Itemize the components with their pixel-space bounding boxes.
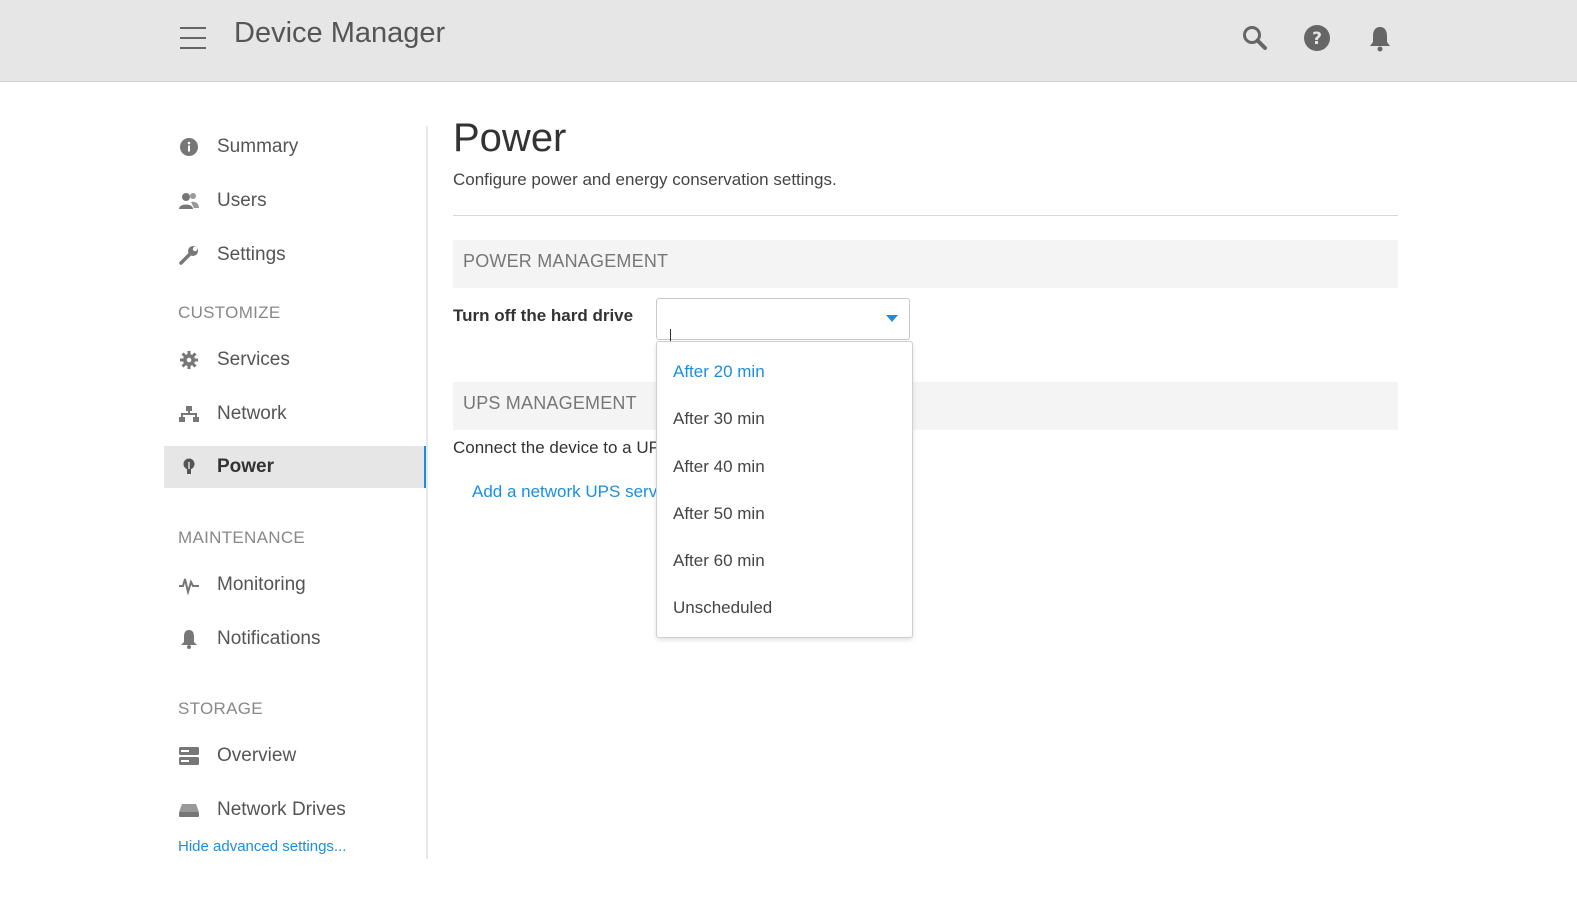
menu-icon[interactable]	[180, 27, 206, 49]
page-subtitle: Configure power and energy conservation …	[453, 170, 837, 189]
dropdown-option[interactable]: After 30 min	[673, 409, 765, 429]
sidebar-item-services[interactable]: Services	[164, 339, 428, 381]
hard-drive-dropdown-menu: After 20 min After 30 min After 40 min A…	[656, 341, 913, 638]
sidebar-divider	[426, 126, 428, 859]
top-bar: Device Manager ?	[0, 0, 1577, 82]
sidebar-item-label: Summary	[217, 136, 299, 157]
chevron-down-icon[interactable]	[886, 315, 898, 322]
dropdown-option[interactable]: After 40 min	[673, 457, 765, 477]
dropdown-option[interactable]: After 60 min	[673, 551, 765, 571]
sidebar-item-label: Power	[217, 456, 275, 477]
ups-management-heading: UPS MANAGEMENT	[453, 382, 1398, 430]
dropdown-option[interactable]: After 50 min	[673, 504, 765, 524]
hard-drive-select[interactable]	[656, 298, 910, 349]
bell-icon	[178, 629, 200, 649]
sidebar-item-network-drives[interactable]: Network Drives	[164, 789, 428, 831]
sidebar-item-settings[interactable]: Settings	[164, 234, 428, 276]
sidebar-item-label: Users	[217, 190, 267, 211]
section-heading-storage: STORAGE	[178, 699, 263, 718]
info-icon	[178, 137, 200, 157]
bulb-icon	[178, 457, 200, 477]
gear-icon	[178, 350, 200, 370]
drive-icon	[178, 800, 200, 820]
svg-text:?: ?	[1312, 29, 1322, 49]
help-icon[interactable]: ?	[1303, 24, 1331, 52]
sidebar-item-label: Network Drives	[217, 799, 346, 820]
page-title: Power	[453, 116, 567, 160]
section-heading-customize: CUSTOMIZE	[178, 303, 281, 322]
hard-drive-label: Turn off the hard drive	[453, 306, 634, 325]
network-icon	[178, 404, 200, 424]
sidebar-item-label: Network	[217, 403, 287, 424]
sidebar-item-label: Notifications	[217, 628, 321, 649]
section-heading-maintenance: MAINTENANCE	[178, 528, 306, 547]
sidebar-nav: Summary Users Settings CUSTOMIZE Service…	[164, 120, 428, 860]
dropdown-option[interactable]: After 20 min	[673, 362, 765, 382]
add-ups-server-link[interactable]: Add a network UPS server	[472, 482, 672, 502]
server-icon	[178, 746, 200, 766]
divider	[453, 215, 1398, 216]
sidebar-item-overview[interactable]: Overview	[164, 735, 428, 777]
sidebar-item-summary[interactable]: Summary	[164, 126, 428, 168]
sidebar-item-network[interactable]: Network	[164, 393, 428, 435]
power-management-heading: POWER MANAGEMENT	[453, 240, 1398, 288]
bell-icon[interactable]	[1366, 24, 1394, 52]
dropdown-option[interactable]: Unscheduled	[673, 598, 772, 618]
app-title: Device Manager	[234, 17, 446, 49]
sidebar-item-label: Overview	[217, 745, 297, 766]
pulse-icon	[178, 575, 200, 596]
sidebar-item-users[interactable]: Users	[164, 180, 428, 222]
users-icon	[178, 191, 200, 211]
hide-advanced-settings-link[interactable]: Hide advanced settings...	[178, 838, 346, 855]
sidebar-item-monitoring[interactable]: Monitoring	[164, 564, 428, 606]
ups-description: Connect the device to a UPS	[453, 438, 672, 457]
sidebar-item-label: Services	[217, 349, 290, 370]
sidebar-item-label: Settings	[217, 244, 286, 265]
search-icon[interactable]	[1241, 24, 1269, 52]
sidebar-item-power[interactable]: Power	[164, 446, 428, 488]
wrench-icon	[178, 245, 200, 265]
sidebar-item-notifications[interactable]: Notifications	[164, 618, 428, 660]
sidebar-item-label: Monitoring	[217, 574, 306, 595]
